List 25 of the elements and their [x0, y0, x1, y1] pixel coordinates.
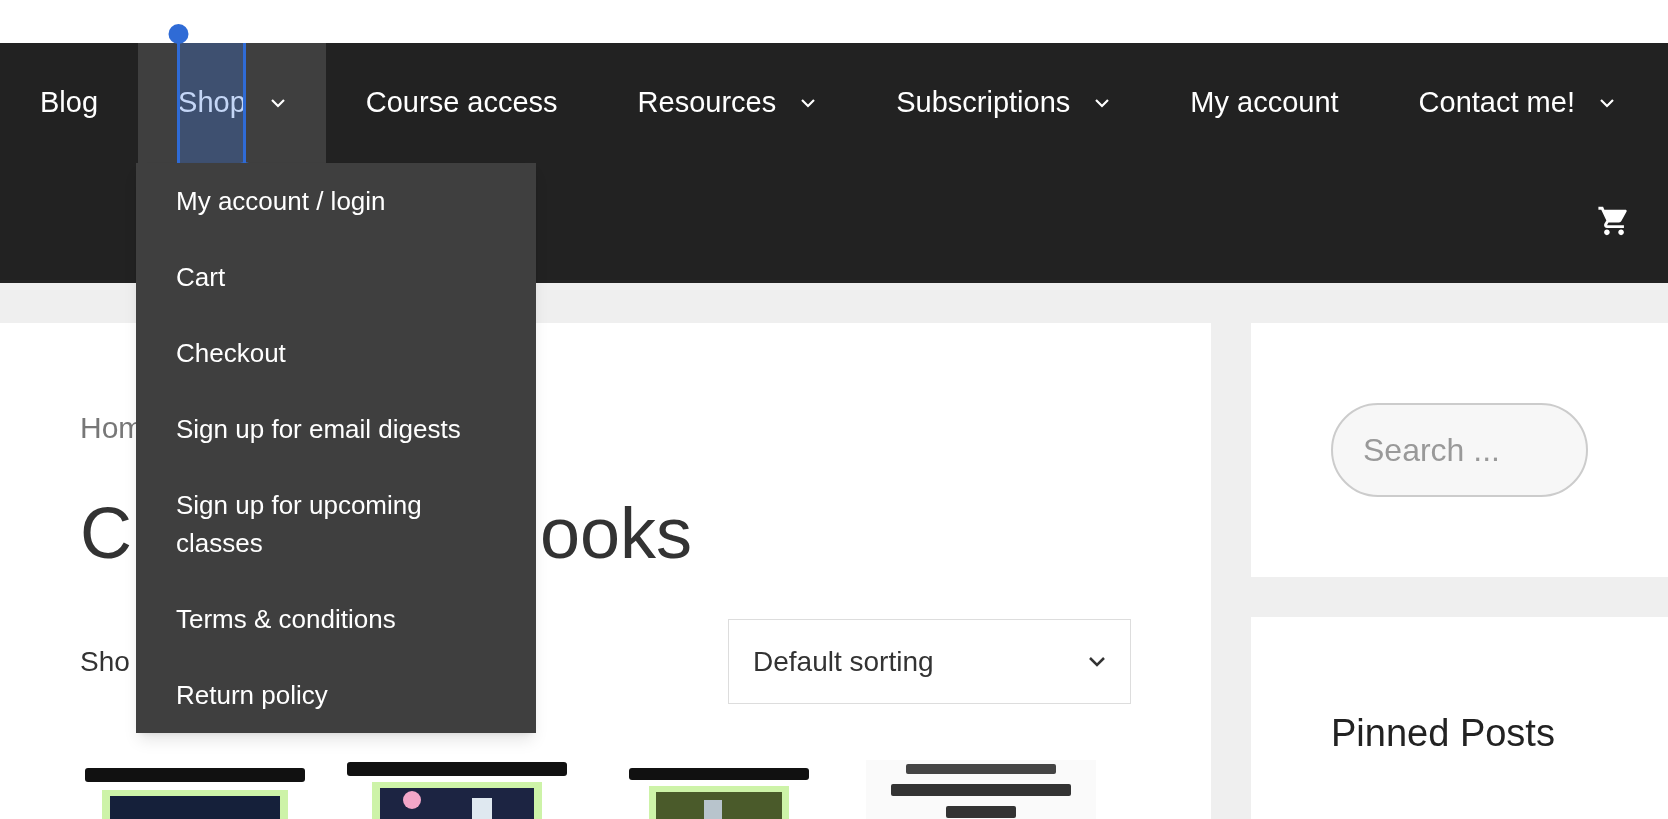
menu-item[interactable]: Checkout [136, 315, 536, 391]
widget-title: Pinned Posts [1331, 711, 1556, 756]
result-count: Sho [80, 644, 131, 679]
page-title: C [80, 493, 132, 573]
search-field[interactable]: Search ... [1331, 403, 1588, 497]
menu-item[interactable]: Sign up for email digests [136, 391, 536, 467]
nav-item[interactable]: Course access [325, 43, 598, 163]
nav-item[interactable]: Shop [138, 43, 326, 163]
nav-item[interactable]: Subscriptions [856, 43, 1151, 163]
menu-item[interactable]: Terms & conditions [136, 581, 536, 657]
chevron-down-icon [1094, 98, 1111, 108]
menu-item[interactable]: My account / login [136, 163, 536, 239]
chevron-down-icon [800, 98, 817, 108]
menu-item[interactable]: Return policy [136, 657, 536, 733]
nav-item[interactable]: Contact me! [1378, 43, 1655, 163]
sorting-dropdown[interactable]: Default sorting [728, 619, 1131, 704]
nav-item[interactable]: Blog [0, 43, 139, 163]
menu-item[interactable]: Cart [136, 239, 536, 315]
page-title: ooks [540, 493, 693, 573]
chevron-down-icon [1088, 655, 1106, 668]
chevron-down-icon [269, 98, 286, 108]
nav-item[interactable]: My account [1150, 43, 1379, 163]
menu-item[interactable]: Sign up for upcoming classes [136, 467, 536, 581]
nav-item[interactable]: Resources [597, 43, 857, 163]
chevron-down-icon [1598, 98, 1615, 108]
